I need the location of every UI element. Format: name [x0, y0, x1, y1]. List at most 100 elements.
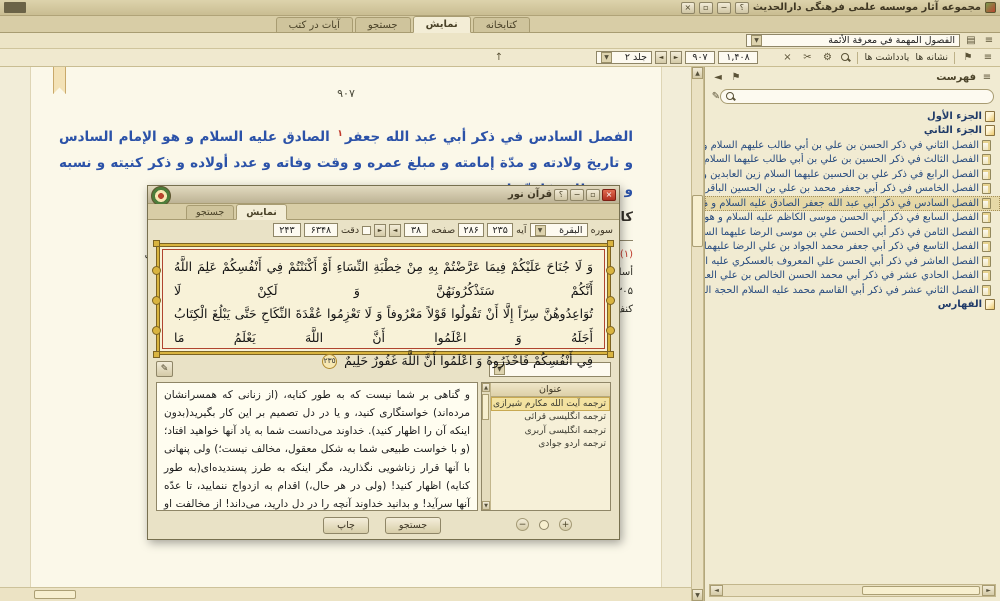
list-icon[interactable]: ≡ — [980, 72, 994, 83]
volume-select[interactable]: جلد ۲ ▼ — [596, 51, 652, 64]
maximize-button[interactable]: ▫ — [699, 2, 713, 14]
close-button[interactable]: × — [681, 2, 695, 14]
toolbar-separator — [954, 52, 955, 64]
dialog-tab-search[interactable]: جستجو — [186, 205, 234, 219]
tab-display[interactable]: نمایش — [413, 16, 471, 33]
chevron-down-icon[interactable]: ▼ — [535, 225, 546, 236]
ayah-total-field: ۲۸۶ — [458, 223, 484, 237]
translation-item-makarem[interactable]: ترجمه آیت الله مکارم شیرازی — [491, 397, 610, 411]
toc-item-chapter10[interactable]: الفصل العاشر في ذكر أبي الحسن علي المعرو… — [705, 254, 1000, 269]
total-ayat-field: ۶۳۴۸ — [304, 223, 338, 237]
translation-area: عنوان ترجمه آیت الله مکارم شیرازی ترجمه … — [156, 382, 611, 511]
previous-ayah-button[interactable]: ◄ — [389, 224, 401, 237]
list-icon[interactable]: ≡ — [981, 52, 995, 63]
mushaf-page: وَ لَا جُنَاحَ عَلَيْكُمْ فِيمَا عَرَّضْ… — [156, 243, 611, 355]
grid-icon[interactable]: ▤ — [964, 35, 978, 46]
ayah-number-field[interactable]: ۲۳۵ — [487, 223, 513, 237]
scroll-down-icon[interactable]: ▼ — [692, 589, 703, 601]
translation-item-arberry[interactable]: ترجمه انگلیسی آربری — [491, 424, 610, 438]
toc-item-part2[interactable]: الجزء الثاني — [705, 124, 1000, 139]
pin-icon[interactable]: ⚑ — [729, 72, 743, 83]
print-button[interactable]: چاپ — [323, 517, 369, 534]
zoom-slider-handle[interactable] — [539, 520, 549, 530]
dialog-help-button[interactable]: ؟ — [554, 189, 568, 201]
footnote-marker: (۱) — [620, 249, 633, 260]
scrollbar-thumb[interactable] — [482, 394, 489, 420]
toc-item-chapter3[interactable]: الفصل الثالث في ذكر الحسين بن علي بن أبي… — [705, 153, 1000, 168]
global-ayah-field[interactable]: ۲۴۳ — [273, 223, 301, 237]
current-page-field[interactable]: ۹۰۷ — [685, 51, 715, 64]
scrollbar-track[interactable] — [723, 585, 982, 596]
scroll-right-icon[interactable]: ► — [982, 585, 995, 596]
chevron-down-icon[interactable]: ▼ — [751, 35, 762, 46]
frame-medallion — [152, 266, 161, 275]
zoom-out-button[interactable]: − — [516, 518, 529, 531]
mushaf-page-field[interactable]: ۳۸ — [404, 223, 428, 237]
toc-item-part1[interactable]: الجزء الأول — [705, 109, 1000, 124]
toc-item-chapter11[interactable]: الفصل الحادي عشر في ذكر أبي محمد الحسن ا… — [705, 269, 1000, 284]
translation-list-scrollbar[interactable]: ▲ ▼ — [482, 383, 491, 510]
translation-item-jawadi[interactable]: ترجمه اردو جوادی — [491, 438, 610, 452]
scissors-icon[interactable]: ✂ — [800, 52, 814, 63]
book-select[interactable]: الفصول المهمة في معرفة الأئمة ▼ — [746, 34, 960, 47]
tab-verses-in-books[interactable]: آیات در کتب — [276, 17, 353, 32]
document-horizontal-scrollbar[interactable] — [0, 587, 691, 601]
scroll-top-icon[interactable]: ↑ — [492, 52, 506, 63]
scrollbar-thumb[interactable] — [692, 195, 703, 247]
menu-icon[interactable] — [4, 2, 26, 13]
toc-item-chapter8[interactable]: الفصل الثامن في ذكر أبي الحسن علي بن موس… — [705, 225, 1000, 240]
translation-item-qarai[interactable]: ترجمه انگلیسی قرائی — [491, 411, 610, 425]
scrollbar-track[interactable] — [482, 392, 490, 501]
toc-item-chapter2[interactable]: الفصل الثاني في ذكر الحسن بن علي بن أبي … — [705, 138, 1000, 153]
scroll-up-icon[interactable]: ▲ — [482, 383, 490, 392]
close-x-icon[interactable]: × — [780, 52, 794, 63]
dialog-minimize-button[interactable]: − — [570, 189, 584, 201]
chevron-down-icon[interactable]: ▼ — [601, 52, 612, 63]
toc-search-row: ✎ — [705, 87, 1000, 106]
bookmarks-link[interactable]: نشانه ها — [915, 52, 948, 63]
document-vertical-scrollbar[interactable]: ▲ ▼ — [691, 67, 704, 601]
application-window: مجموعه آثار موسسه علمی فرهنگی دارالحدیث … — [0, 0, 1000, 601]
book-icon — [985, 299, 995, 310]
toc-item-chapter9[interactable]: الفصل التاسع في ذكر أبي جعفر محمد الجواد… — [705, 240, 1000, 255]
gear-icon[interactable]: ⚙ — [820, 52, 834, 63]
zoom-in-button[interactable]: + — [559, 518, 572, 531]
toc-item-chapter12[interactable]: الفصل الثاني عشر في ذكر أبي القاسم محمد … — [705, 283, 1000, 298]
pin-icon[interactable]: ⚑ — [961, 52, 975, 63]
minimize-button[interactable]: − — [717, 2, 731, 14]
surah-select[interactable]: البقرة ▼ — [530, 223, 588, 237]
scroll-down-icon[interactable]: ▼ — [482, 501, 490, 510]
pencil-icon[interactable]: ✎ — [711, 91, 721, 102]
scroll-up-icon[interactable]: ▲ — [692, 67, 703, 79]
toc-item-indexes[interactable]: الفهارس — [705, 298, 1000, 313]
toc-item-chapter6-selected[interactable]: الفصل السادس في ذكر أبي عبد الله جعفر ال… — [705, 196, 1000, 211]
help-button[interactable]: ؟ — [735, 2, 749, 14]
toc-tree: الجزء الأول الجزء الثاني الفصل الثاني في… — [705, 109, 1000, 312]
dialog-close-button[interactable]: × — [602, 189, 616, 201]
toc-search-input[interactable] — [720, 89, 994, 104]
scrollbar-thumb[interactable] — [34, 590, 76, 599]
toc-item-chapter4[interactable]: الفصل الرابع في ذكر علي بن الحسين عليهما… — [705, 167, 1000, 182]
search-icon[interactable] — [840, 52, 851, 63]
toc-horizontal-scrollbar[interactable]: ◄ ► — [709, 584, 996, 597]
scroll-left-icon[interactable]: ◄ — [710, 585, 723, 596]
next-ayah-button[interactable]: ► — [374, 224, 386, 237]
dialog-maximize-button[interactable]: ▫ — [586, 189, 600, 201]
toc-item-chapter7[interactable]: الفصل السابع في ذكر أبي الحسن موسى الكاظ… — [705, 211, 1000, 226]
quran-verse-line: تُوَاعِدُوهُنَّ سِرّاً إِلَّا أَنْ تَقُو… — [174, 302, 593, 349]
dialog-tab-display[interactable]: نمایش — [236, 204, 287, 220]
next-page-button[interactable]: ► — [670, 51, 682, 64]
toc-item-chapter5[interactable]: الفصل الخامس في ذكر أبي جعفر محمد بن علي… — [705, 182, 1000, 197]
previous-page-button[interactable]: ◄ — [655, 51, 667, 64]
scrollbar-thumb[interactable] — [862, 586, 980, 595]
collapse-panel-icon[interactable]: ◄ — [711, 72, 725, 83]
precision-checkbox[interactable] — [362, 226, 371, 235]
notes-link[interactable]: یادداشت ها — [864, 52, 909, 63]
tab-search[interactable]: جستجو — [355, 17, 411, 32]
tab-library[interactable]: کتابخانه — [473, 17, 530, 32]
search-button[interactable]: جستجو — [385, 517, 441, 534]
main-tabstrip: کتابخانه نمایش جستجو آیات در کتب — [0, 16, 1000, 33]
footnote-reference[interactable]: ۱ — [337, 129, 343, 139]
list-icon[interactable]: ≡ — [982, 35, 996, 46]
pencil-icon[interactable]: ✎ — [156, 361, 173, 377]
